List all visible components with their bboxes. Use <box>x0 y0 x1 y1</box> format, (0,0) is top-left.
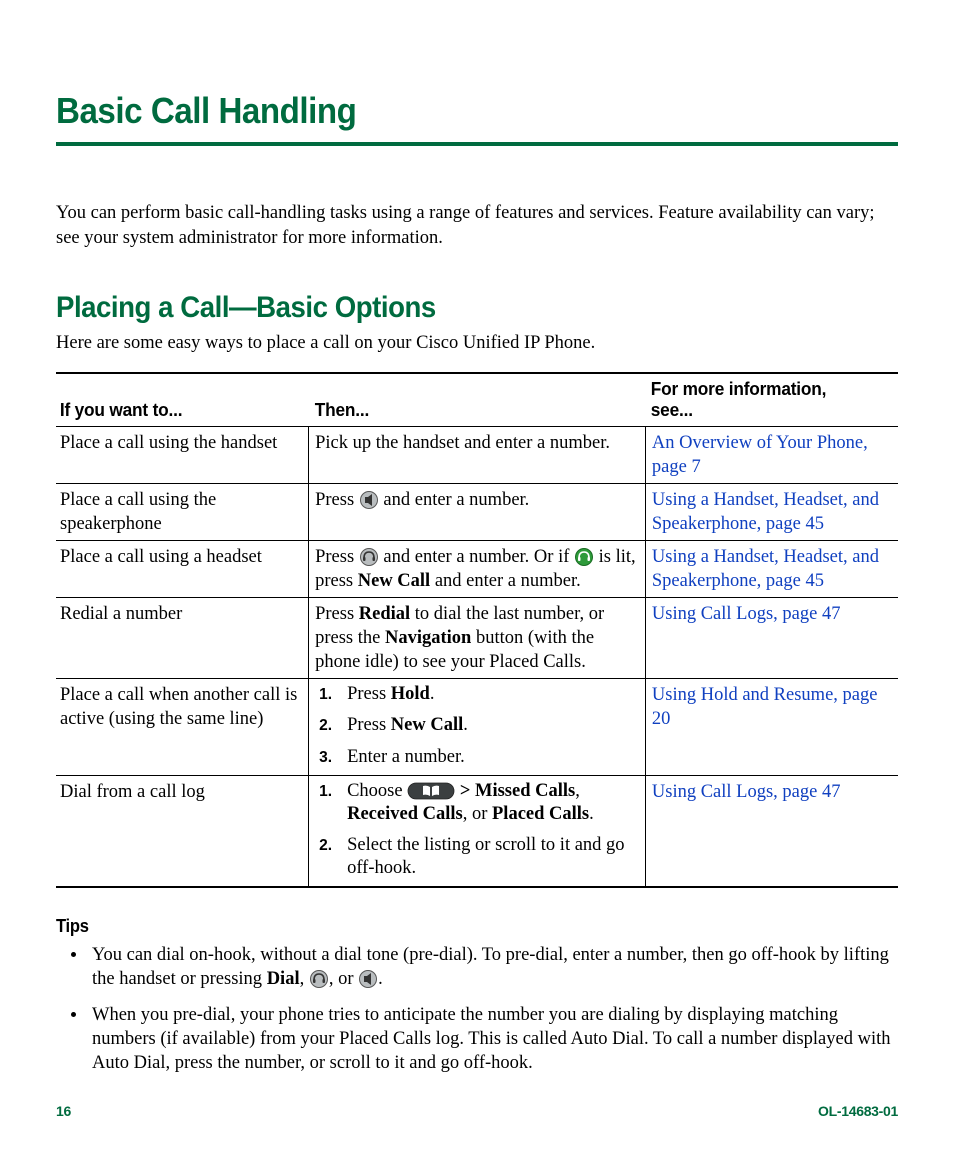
step-list: Press Hold. Press New Call. Enter a numb… <box>315 683 639 768</box>
cell-want: Redial a number <box>56 598 309 679</box>
cell-then: Press Redial to dial the last number, or… <box>309 598 646 679</box>
tips-list: You can dial on-hook, without a dial ton… <box>56 941 898 1087</box>
table-header-col2: Then... <box>309 373 632 427</box>
step-item: Press New Call. <box>315 714 639 737</box>
options-table: If you want to... Then... For more infor… <box>56 372 898 888</box>
table-row: Place a call using the handset Pick up t… <box>56 426 898 483</box>
cell-ref: Using a Handset, Headset, and Speakerpho… <box>645 541 898 598</box>
cell-ref: An Overview of Your Phone, page 7 <box>645 426 898 483</box>
step-item: Select the listing or scroll to it and g… <box>315 834 639 880</box>
title-rule <box>56 142 898 146</box>
xref-link[interactable]: Using a Handset, Headset, and Speakerpho… <box>652 547 879 591</box>
headset-icon <box>359 548 379 566</box>
page-number: 16 <box>56 1103 71 1119</box>
step-list: Choose > Missed Calls, Received Calls, o… <box>315 780 639 881</box>
tip-item: When you pre-dial, your phone tries to a… <box>88 1003 898 1075</box>
cell-ref: Using a Handset, Headset, and Speakerpho… <box>645 484 898 541</box>
directories-icon <box>407 782 455 800</box>
cell-want: Place a call when another call is active… <box>56 679 309 775</box>
doc-id: OL-14683-01 <box>818 1103 898 1119</box>
section-heading: Placing a Call—Basic Options <box>56 291 831 325</box>
xref-link[interactable]: An Overview of Your Phone, page 7 <box>652 433 868 477</box>
step-item: Choose > Missed Calls, Received Calls, o… <box>315 780 639 826</box>
cell-ref: Using Hold and Resume, page 20 <box>645 679 898 775</box>
step-item: Enter a number. <box>315 746 639 769</box>
speaker-icon <box>359 491 379 509</box>
cell-then: Press Hold. Press New Call. Enter a numb… <box>309 679 646 775</box>
table-row: Dial from a call log Choose > Missed Cal… <box>56 775 898 887</box>
table-row: Redial a number Press Redial to dial the… <box>56 598 898 679</box>
cell-then: Choose > Missed Calls, Received Calls, o… <box>309 775 646 887</box>
step-item: Press Hold. <box>315 683 639 706</box>
tips-heading: Tips <box>56 916 831 937</box>
table-header-col1: If you want to... <box>56 373 298 427</box>
chapter-title: Basic Call Handling <box>56 90 831 132</box>
xref-link[interactable]: Using Call Logs, page 47 <box>652 604 841 624</box>
cell-then: Press and enter a number. Or if is lit, … <box>309 541 646 598</box>
cell-want: Place a call using the handset <box>56 426 309 483</box>
tip-item: You can dial on-hook, without a dial ton… <box>88 943 898 991</box>
xref-link[interactable]: Using Call Logs, page 47 <box>652 782 841 802</box>
cell-ref: Using Call Logs, page 47 <box>645 775 898 887</box>
table-header-col3: For more information,see... <box>645 373 888 427</box>
headset-icon <box>309 970 329 988</box>
speaker-icon <box>358 970 378 988</box>
section-lead: Here are some easy ways to place a call … <box>56 333 898 354</box>
cell-want: Place a call using the speakerphone <box>56 484 309 541</box>
table-row: Place a call using a headset Press and e… <box>56 541 898 598</box>
xref-link[interactable]: Using a Handset, Headset, and Speakerpho… <box>652 490 879 534</box>
cell-want: Dial from a call log <box>56 775 309 887</box>
table-row: Place a call using the speakerphone Pres… <box>56 484 898 541</box>
table-row: Place a call when another call is active… <box>56 679 898 775</box>
cell-ref: Using Call Logs, page 47 <box>645 598 898 679</box>
headset-lit-icon <box>574 548 594 566</box>
cell-want: Place a call using a headset <box>56 541 309 598</box>
cell-then: Pick up the handset and enter a number. <box>309 426 646 483</box>
intro-paragraph: You can perform basic call-handling task… <box>56 201 898 251</box>
cell-then: Press and enter a number. <box>309 484 646 541</box>
xref-link[interactable]: Using Hold and Resume, page 20 <box>652 685 878 729</box>
page-footer: 16 OL-14683-01 <box>56 1103 898 1119</box>
